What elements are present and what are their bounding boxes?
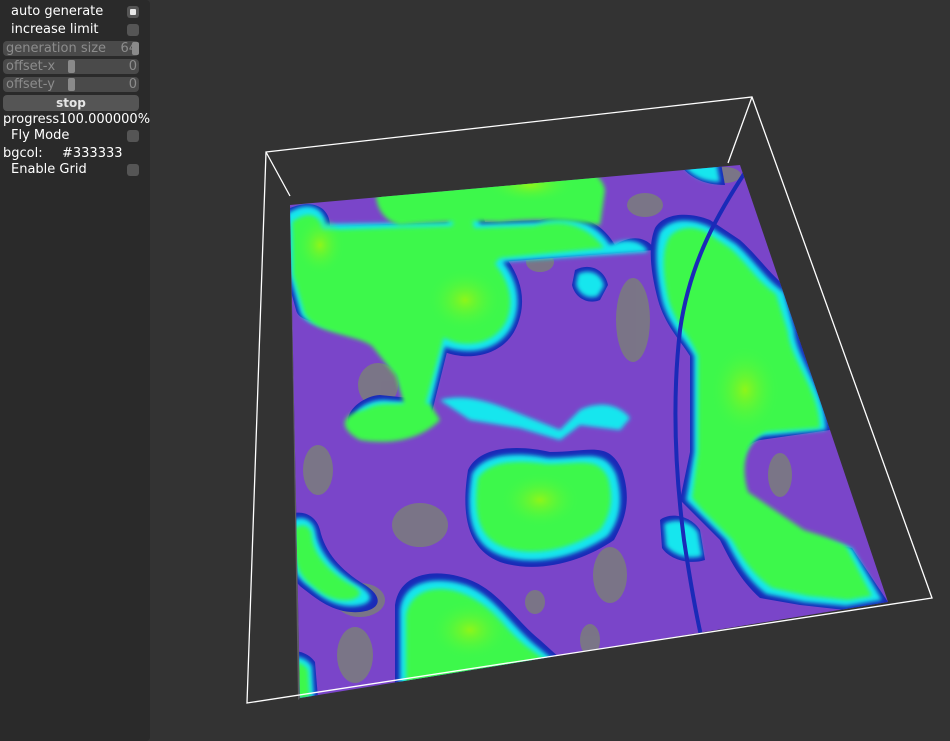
control-panel: auto generate increase limit generation … [0,0,150,741]
offset-y-value: 0 [128,77,137,92]
increase-limit-label: increase limit [11,22,99,37]
generation-size-handle[interactable] [132,42,139,55]
offset-x-value: 0 [128,59,137,74]
auto-generate-label: auto generate [11,4,104,19]
bgcol-label: bgcol: [3,146,43,161]
increase-limit-toggle[interactable]: increase limit [3,22,141,38]
auto-generate-checkbox[interactable] [127,6,139,18]
offset-x-slider[interactable]: offset-x 0 [3,59,139,74]
terrain-viewport[interactable] [150,0,950,741]
progress-label: progress [3,112,60,127]
enable-grid-toggle[interactable]: Enable Grid [3,162,141,178]
bgcol-value[interactable]: #333333 [62,146,123,162]
bgcol-field[interactable]: bgcol: #333333 [3,146,123,162]
increase-limit-checkbox[interactable] [127,24,139,36]
enable-grid-checkbox[interactable] [127,164,139,176]
stop-button[interactable]: stop [3,95,139,111]
offset-y-label: offset-y [6,77,55,92]
enable-grid-label: Enable Grid [11,162,87,177]
fly-mode-label: Fly Mode [11,128,70,143]
generation-size-slider[interactable]: generation size 64 [3,41,139,56]
fly-mode-checkbox[interactable] [127,130,139,142]
progress-readout: progress100.000000% [3,112,150,128]
offset-x-handle[interactable] [68,60,75,73]
offset-y-handle[interactable] [68,78,75,91]
generation-size-label: generation size [6,41,107,56]
offset-y-slider[interactable]: offset-y 0 [3,77,139,92]
fly-mode-toggle[interactable]: Fly Mode [3,128,141,144]
progress-value: 100.000000% [59,112,151,127]
auto-generate-toggle[interactable]: auto generate [3,4,141,20]
offset-x-label: offset-x [6,59,56,74]
